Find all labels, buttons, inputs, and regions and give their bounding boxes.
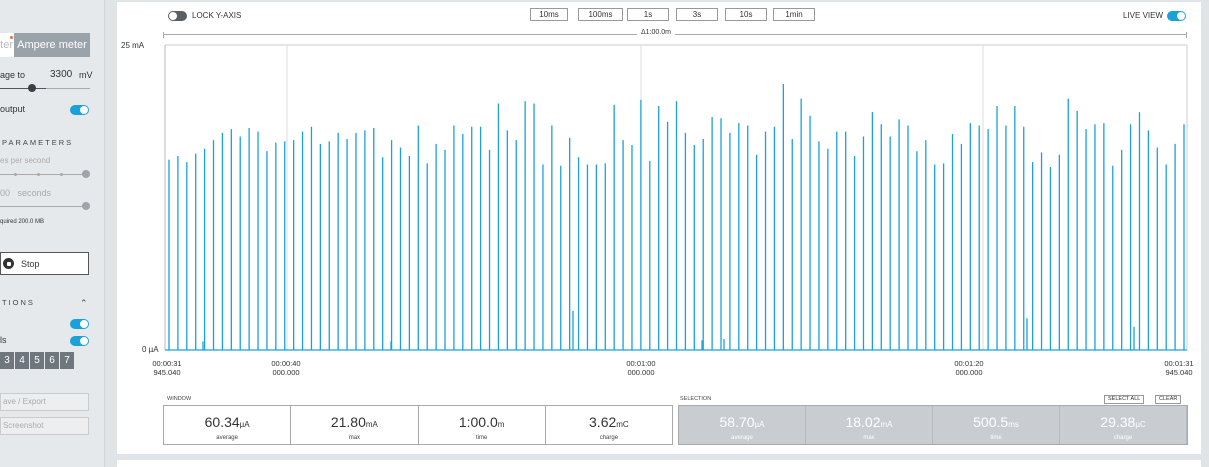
current-plot[interactable] (117, 2, 1201, 362)
output-label: output (0, 104, 26, 114)
stop-icon (3, 258, 14, 269)
channel-6-button[interactable]: 6 (45, 352, 59, 369)
selection-charge-stat: 29.38µC charge (1060, 406, 1187, 444)
parameters-heading: PARAMETERS (2, 138, 74, 147)
options-heading: TIONS (2, 298, 35, 307)
labels-toggle[interactable] (70, 336, 89, 346)
duration-slider-track[interactable] (0, 206, 88, 207)
channel-5-button[interactable]: 5 (30, 352, 44, 369)
digital-channel-row: 3 4 5 6 7 (0, 352, 74, 369)
stop-button[interactable]: Stop (0, 252, 89, 275)
ampere-meter-tab[interactable]: Ampere meter (14, 33, 90, 57)
voltage-slider-rest[interactable] (46, 88, 90, 89)
window-charge-stat: 3.62mC charge (589, 414, 629, 442)
selection-time-stat: 500.5ms time (933, 406, 1060, 444)
select-all-button[interactable]: SELECT ALL (1104, 395, 1145, 404)
save-export-button[interactable]: ave / Export (0, 393, 89, 411)
stop-label: Stop (21, 258, 40, 269)
source-meter-tab[interactable]: ter (0, 33, 14, 57)
selection-stats-label: SELECTION (680, 396, 712, 402)
voltage-slider-track[interactable] (0, 88, 46, 89)
bottom-panel (117, 460, 1201, 467)
window-max-stat: 21.80mA max (291, 406, 419, 444)
duration-value[interactable]: 00 seconds (0, 188, 51, 198)
x-tick-label: 00:01:31 945.040 (1164, 359, 1194, 377)
options-toggle[interactable] (70, 319, 89, 329)
clear-button[interactable]: CLEAR (1155, 395, 1182, 404)
x-tick-label: 00:00:31 945.040 (152, 359, 182, 377)
voltage-label: age to (0, 70, 26, 80)
selection-max-stat: 18.02mA max (806, 406, 933, 444)
mode-switcher: ter Ampere meter (0, 33, 90, 57)
voltage-unit: mV (79, 70, 93, 80)
required-storage-text: quired 200.0 MB (0, 219, 45, 225)
selection-average-stat: 58.70µA average (679, 406, 806, 444)
duration-slider-knob[interactable] (82, 202, 90, 210)
channel-7-button[interactable]: 7 (60, 352, 74, 369)
voltage-slider-knob[interactable] (28, 84, 36, 92)
x-tick-label: 00:01:20 000.000 (954, 359, 984, 377)
samples-label: es per second (0, 156, 51, 165)
selection-stats: 58.70µA average 18.02mA max 500.5ms time 29… (678, 405, 1188, 445)
slider-tick (60, 173, 63, 176)
x-tick-label: 00:00:40 000.000 (271, 359, 301, 377)
window-stats-label: WINDOW (167, 396, 192, 402)
x-tick-label: 00:01:00 000.000 (626, 359, 656, 377)
status-dot-icon (10, 36, 13, 39)
voltage-value[interactable]: 3300 (50, 69, 72, 80)
chevron-up-icon[interactable]: ⌃ (80, 298, 88, 309)
channel-3-button[interactable]: 3 (0, 352, 14, 369)
window-stats: 60.34µA average 21.80mA max 1:00.0m time 3.… (163, 405, 673, 445)
output-toggle[interactable] (70, 105, 89, 115)
slider-tick (37, 173, 40, 176)
channel-4-button[interactable]: 4 (15, 352, 29, 369)
window-average-stat: 60.34µA average (164, 406, 292, 444)
main-panel: LOCK Y-AXIS 10ms 100ms 1s 3s 10s 1min LI… (117, 2, 1201, 454)
screenshot-button[interactable]: Screenshot (0, 417, 89, 435)
samples-slider-knob[interactable] (82, 170, 90, 178)
slider-tick (14, 173, 17, 176)
labels-label: ls (0, 335, 7, 345)
window-time-stat: 1:00.0m time (419, 406, 546, 444)
sidebar: ter Ampere meter age to 3300 mV output P… (0, 0, 105, 467)
